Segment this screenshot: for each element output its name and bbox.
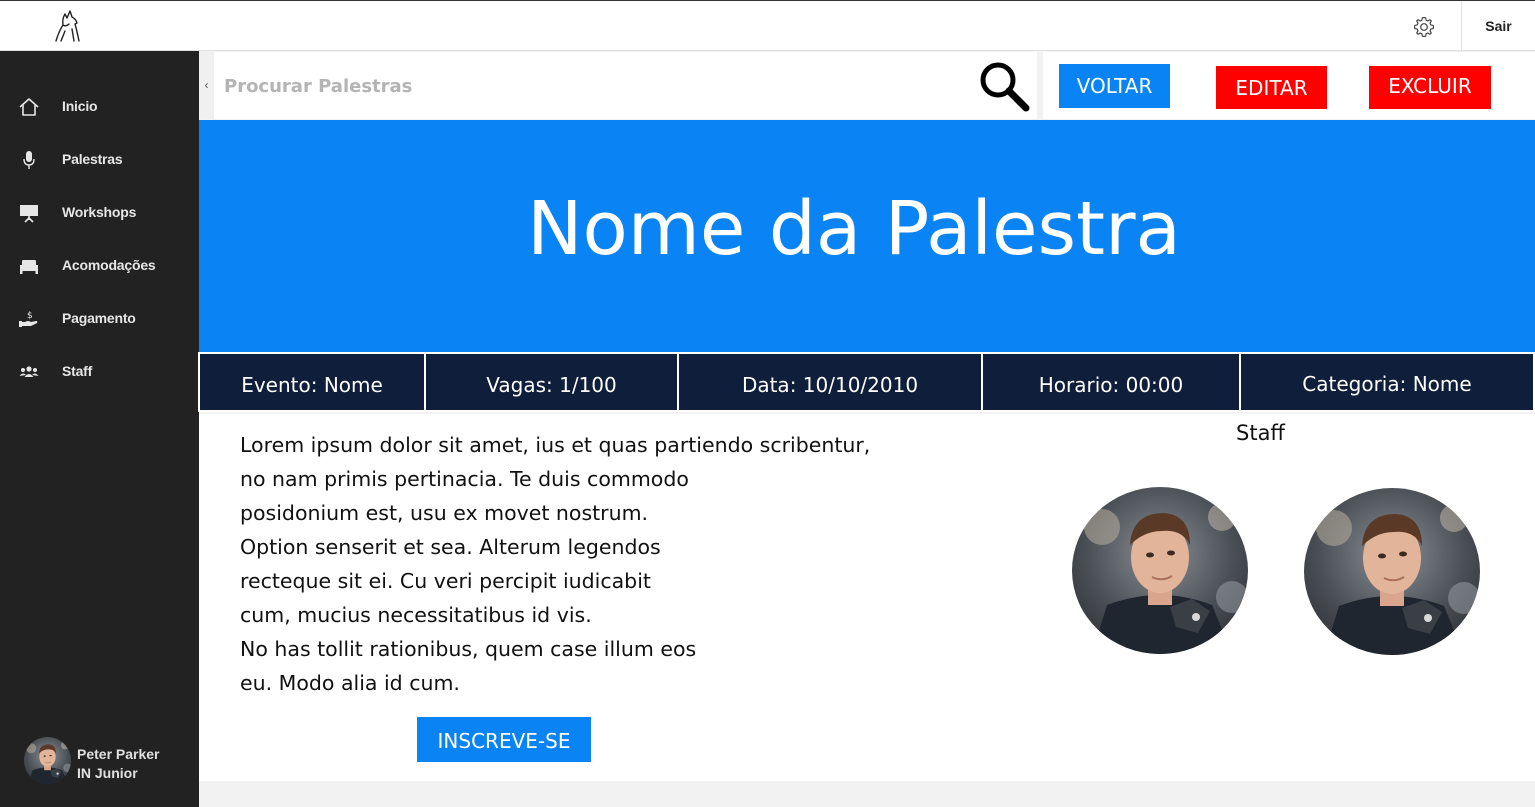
sidebar-item-label: Acomodações — [62, 257, 156, 273]
presentation-board-icon — [20, 205, 38, 223]
sidebar-item-workshops[interactable]: Workshops — [0, 193, 199, 233]
sidebar-item-label: Inicio — [62, 98, 98, 114]
svg-text:$: $ — [27, 311, 33, 321]
sidebar-collapse-toggle[interactable]: ‹ — [199, 52, 214, 119]
talk-content: Lorem ipsum dolor sit amet, ius et quas … — [199, 414, 1535, 781]
microphone-icon — [23, 151, 35, 169]
sidebar-item-label: Pagamento — [62, 310, 136, 326]
gear-icon[interactable] — [1412, 15, 1436, 39]
wolf-howl-logo-icon[interactable] — [50, 9, 84, 43]
search-bar — [214, 52, 1037, 119]
info-vacancies: Vagas: 1/100 — [426, 354, 679, 410]
user-role: IN Junior — [77, 765, 138, 781]
back-button[interactable]: VOLTAR — [1059, 64, 1170, 108]
staff-avatar[interactable] — [1072, 487, 1248, 654]
bed-icon — [20, 260, 38, 274]
edit-button[interactable]: EDITAR — [1216, 66, 1327, 109]
talk-info-strip: Evento: Nome Vagas: 1/100 Data: 10/10/20… — [198, 352, 1535, 412]
info-time: Horario: 00:00 — [983, 354, 1241, 410]
sidebar-item-label: Workshops — [62, 204, 137, 220]
talk-banner: Nome da Palestra — [199, 120, 1535, 352]
delete-button[interactable]: EXCLUIR — [1369, 66, 1491, 109]
avatar — [24, 737, 71, 784]
page-title: Nome da Palestra — [527, 186, 1181, 272]
sidebar-item-label: Staff — [62, 363, 93, 379]
group-icon — [19, 366, 39, 377]
user-profile[interactable]: Peter Parker IN Junior — [24, 737, 194, 785]
action-bar: VOLTAR EDITAR EXCLUIR — [1043, 52, 1535, 119]
search-icon[interactable] — [976, 58, 1032, 114]
staff-avatar[interactable] — [1304, 488, 1480, 655]
home-icon — [19, 98, 39, 116]
info-event: Evento: Nome — [200, 354, 426, 410]
sidebar-item-pagamento[interactable]: $ Pagamento — [0, 299, 199, 339]
subscribe-button[interactable]: INSCREVE-SE — [417, 717, 591, 762]
sidebar-item-palestras[interactable]: Palestras — [0, 140, 199, 180]
sidebar-item-acomodacoes[interactable]: Acomodações — [0, 246, 199, 286]
sidebar-item-inicio[interactable]: Inicio — [0, 87, 199, 127]
sidebar-item-label: Palestras — [62, 151, 123, 167]
sidebar-item-staff[interactable]: Staff — [0, 352, 199, 392]
top-bar: Sair — [0, 0, 1535, 52]
talk-description: Lorem ipsum dolor sit amet, ius et quas … — [240, 433, 871, 695]
info-date: Data: 10/10/2010 — [679, 354, 983, 410]
info-category: Categoria: Nome — [1302, 372, 1472, 396]
staff-heading: Staff — [1236, 421, 1285, 445]
search-input[interactable] — [224, 72, 924, 100]
sidebar: Inicio Palestras Workshops Acomodações $… — [0, 51, 199, 807]
user-name: Peter Parker — [77, 746, 160, 762]
payment-hand-icon: $ — [19, 311, 38, 327]
logout-button[interactable]: Sair — [1462, 1, 1535, 52]
